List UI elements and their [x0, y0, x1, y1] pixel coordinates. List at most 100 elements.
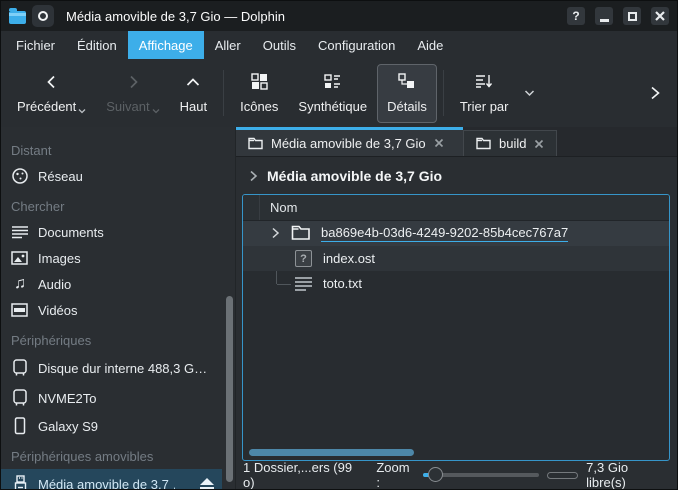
toolbar-separator	[223, 70, 224, 116]
horizontal-scrollbar[interactable]	[249, 449, 414, 456]
tab-build[interactable]: build	[463, 130, 557, 156]
details-label: Détails	[387, 99, 427, 114]
menu-affichage[interactable]: Affichage	[128, 31, 204, 59]
sidebar-item-label: Audio	[38, 277, 71, 292]
eject-icon	[200, 478, 214, 485]
minimize-button[interactable]	[595, 7, 613, 25]
menu-aller[interactable]: Aller	[204, 31, 252, 59]
disc-glyph	[38, 11, 48, 21]
file-row-toto-txt[interactable]: toto.txt	[243, 271, 669, 296]
hard-drive-icon	[11, 359, 29, 377]
slider-handle[interactable]	[428, 467, 443, 482]
sidebar-item-galaxy-s9[interactable]: Galaxy S9	[1, 413, 235, 439]
expander-column-header	[243, 195, 260, 220]
chevron-right-icon	[249, 170, 258, 182]
help-button[interactable]: ?	[567, 7, 585, 25]
sidebar-item-documents[interactable]: Documents	[1, 219, 235, 245]
usb-stick-icon	[11, 475, 29, 489]
menu-edition[interactable]: Édition	[66, 31, 128, 59]
sort-by-button[interactable]: Trier par	[450, 64, 519, 123]
sort-label: Trier par	[460, 99, 509, 114]
sidebar-item-nvme[interactable]: NVME2To	[1, 383, 235, 413]
file-name[interactable]: ba869e4b-03d6-4249-9202-85b4cec767a7	[321, 225, 568, 242]
chevron-right-icon	[125, 72, 141, 92]
toolbar-overflow-button[interactable]	[639, 85, 671, 101]
up-button[interactable]: Haut	[170, 64, 217, 123]
icons-label: Icônes	[240, 99, 278, 114]
eject-icon-bar	[200, 487, 214, 489]
device-label-and-usage: NVME2To	[38, 391, 219, 406]
file-name[interactable]: toto.txt	[323, 276, 362, 291]
icons-view-icon	[251, 72, 268, 92]
breadcrumb-location[interactable]: Média amovible de 3,7 Gio	[267, 168, 442, 184]
main-area: Média amovible de 3,7 Gio build	[236, 127, 677, 489]
tab-close-button[interactable]	[534, 139, 544, 149]
folder-icon	[476, 137, 491, 150]
sidebar-item-label: Documents	[38, 225, 104, 240]
column-header-nom[interactable]: Nom	[260, 200, 297, 215]
forward-button[interactable]: Suivant	[96, 64, 169, 123]
breadcrumb[interactable]: Média amovible de 3,7 Gio	[236, 157, 677, 194]
sidebar-item-label: Réseau	[38, 169, 83, 184]
device-label-and-usage: Média amovible de 3,7 …	[38, 477, 175, 490]
close-icon	[434, 138, 444, 148]
sort-caret-down-icon[interactable]	[524, 89, 535, 97]
menu-outils[interactable]: Outils	[252, 31, 307, 59]
sidebar-item-images[interactable]: Images	[1, 245, 235, 271]
expander-chevron-icon[interactable]	[269, 226, 281, 240]
sidebar-item-label: Images	[38, 251, 81, 266]
tabbar: Média amovible de 3,7 Gio build	[236, 127, 677, 157]
compact-view-button[interactable]: Synthétique	[288, 64, 377, 123]
menu-configuration[interactable]: Configuration	[307, 31, 406, 59]
file-row-index-ost[interactable]: ? index.ost	[243, 246, 669, 271]
free-space-bar	[547, 472, 578, 479]
tab-label: build	[499, 136, 526, 151]
caret-down-icon	[152, 108, 160, 114]
maximize-icon	[628, 12, 637, 21]
chevron-left-icon	[44, 72, 60, 92]
sidebar-item-audio[interactable]: ♫ Audio	[1, 271, 235, 297]
titlebar[interactable]: Média amovible de 3,7 Gio — Dolphin ?	[1, 1, 677, 31]
close-icon	[655, 11, 665, 21]
dolphin-app-icon	[9, 11, 26, 24]
tab-media-amovible[interactable]: Média amovible de 3,7 Gio	[236, 127, 463, 156]
toolbar: Précédent Suivant Haut	[1, 59, 677, 127]
back-button[interactable]: Précédent	[7, 64, 96, 123]
forward-label: Suivant	[106, 99, 149, 114]
section-header-peripheriques: Périphériques	[1, 323, 235, 353]
sort-icon	[475, 72, 493, 92]
eject-button[interactable]	[200, 478, 214, 489]
sidebar-item-removable-media[interactable]: Média amovible de 3,7 …	[1, 469, 222, 489]
file-name[interactable]: index.ost	[323, 251, 375, 266]
icons-view-button[interactable]: Icônes	[230, 64, 288, 123]
phone-icon	[11, 417, 29, 435]
close-button[interactable]	[651, 7, 669, 25]
free-space-label: 7,3 Gio libre(s)	[586, 460, 668, 490]
column-header-row: Nom	[243, 195, 669, 221]
menu-fichier[interactable]: Fichier	[5, 31, 66, 59]
sidebar-item-label: Galaxy S9	[38, 419, 98, 434]
sidebar-item-videos[interactable]: Vidéos	[1, 297, 235, 323]
minimize-icon	[600, 19, 609, 22]
menu-aide[interactable]: Aide	[406, 31, 454, 59]
removable-media-icon[interactable]	[32, 5, 54, 27]
sidebar-item-internal-disk[interactable]: Disque dur interne 488,3 G…	[1, 353, 235, 383]
places-panel: Distant Réseau Chercher Documents	[1, 127, 236, 489]
maximize-button[interactable]	[623, 7, 641, 25]
tab-close-button[interactable]	[434, 138, 444, 148]
sidebar-item-label: Média amovible de 3,7 …	[38, 477, 175, 490]
back-label: Précédent	[17, 99, 76, 114]
toolbar-separator	[443, 70, 444, 116]
details-view-button[interactable]: Détails	[377, 64, 437, 123]
images-icon	[11, 251, 29, 266]
caret-down-icon	[78, 108, 86, 114]
folder-view[interactable]: Nom	[242, 194, 670, 461]
zoom-slider[interactable]	[423, 467, 539, 483]
status-summary: 1 Dossier,...ers (99 o)	[243, 460, 362, 490]
sidebar-scrollbar[interactable]	[226, 296, 233, 482]
zoom-label: Zoom :	[376, 460, 415, 490]
file-row-folder[interactable]: ba869e4b-03d6-4249-9202-85b4cec767a7	[243, 221, 669, 246]
sidebar-item-reseau[interactable]: Réseau	[1, 163, 235, 189]
question-glyph: ?	[295, 250, 312, 267]
videos-icon	[11, 303, 29, 317]
